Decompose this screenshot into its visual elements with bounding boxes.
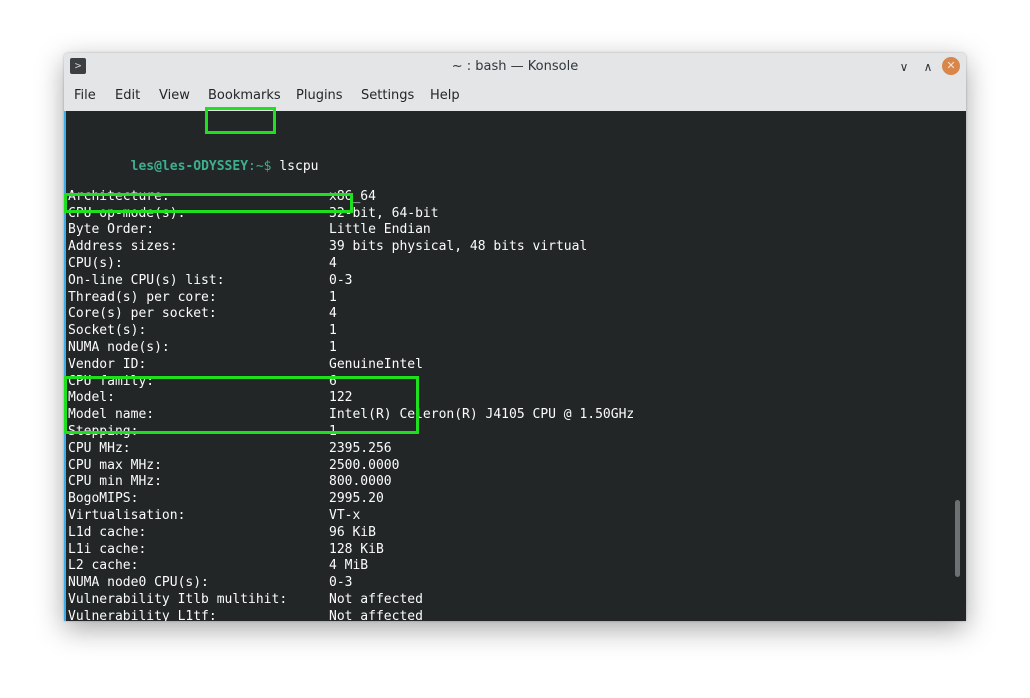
- output-row: L2 cache: 4 MiB: [68, 558, 368, 575]
- row-label: On-line CPU(s) list:: [68, 272, 225, 288]
- row-label: BogoMIPS:: [68, 491, 139, 507]
- menu-bookmarks[interactable]: Bookmarks: [208, 88, 281, 103]
- output-row: Architecture: x86_64: [68, 188, 376, 206]
- output-row: Socket(s): 1: [68, 323, 337, 340]
- output-row: CPU op-mode(s): 32-bit, 64-bit: [68, 205, 439, 223]
- output-row: Model name: Intel(R) Celeron(R) J4105 CPU…: [68, 407, 634, 424]
- terminal-output: les@les-ODYSSEY:~$ lscpu Architecture: x8…: [68, 112, 634, 621]
- output-row: CPU min MHz: 800.0000: [68, 474, 392, 491]
- row-value: 2395.256: [329, 440, 392, 456]
- menu-edit[interactable]: Edit: [115, 88, 140, 103]
- terminal-area[interactable]: les@les-ODYSSEY:~$ lscpu Architecture: x8…: [64, 111, 966, 621]
- output-row: Vulnerability Itlb multihit: Not affected: [68, 591, 423, 609]
- output-row: Stepping: 1: [68, 423, 337, 441]
- output-row: Address sizes: 39 bits physical, 48 bits …: [68, 239, 587, 256]
- row-label: Stepping:: [68, 423, 139, 439]
- output-row: Virtualisation: VT-x: [68, 507, 360, 525]
- output-row: CPU MHz: 2395.256: [68, 440, 392, 458]
- row-label: CPU op-mode(s):: [68, 205, 186, 221]
- row-label: CPU MHz:: [68, 440, 131, 456]
- row-value: 1: [329, 339, 337, 355]
- row-value: Not affected: [329, 591, 423, 607]
- output-row: NUMA node0 CPU(s): 0-3: [68, 575, 352, 592]
- row-value: 6: [329, 373, 337, 389]
- scrollbar-handle[interactable]: [955, 500, 960, 577]
- row-label: Core(s) per socket:: [68, 306, 217, 322]
- row-label: Byte Order:: [68, 222, 155, 238]
- menu-settings[interactable]: Settings: [361, 88, 414, 103]
- row-label: Socket(s):: [68, 323, 147, 339]
- row-label: Architecture:: [68, 188, 170, 204]
- output-row: Vendor ID: GenuineIntel: [68, 356, 423, 374]
- row-label: NUMA node(s):: [68, 339, 170, 355]
- row-value: 1: [329, 423, 337, 439]
- title-bar[interactable]: > ~ : bash — Konsole ∨ ∧ ✕: [64, 53, 966, 83]
- row-label: CPU max MHz:: [68, 457, 162, 473]
- row-label: Virtualisation:: [68, 507, 186, 523]
- menu-help[interactable]: Help: [430, 88, 460, 103]
- row-value: 39 bits physical, 48 bits virtual: [329, 239, 588, 255]
- row-label: L1d cache:: [68, 524, 147, 540]
- output-row: On-line CPU(s) list: 0-3: [68, 272, 352, 290]
- output-row: Core(s) per socket: 4: [68, 306, 337, 323]
- row-label: CPU family:: [68, 373, 155, 389]
- row-value: x86_64: [329, 188, 376, 204]
- output-row: CPU family: 6: [68, 373, 337, 391]
- menu-view[interactable]: View: [159, 88, 190, 103]
- output-row: L1d cache: 96 KiB: [68, 524, 376, 542]
- row-value: 128 KiB: [329, 541, 384, 557]
- row-label: Vulnerability L1tf:: [68, 608, 217, 621]
- row-label: L2 cache:: [68, 558, 139, 574]
- konsole-window: > ~ : bash — Konsole ∨ ∧ ✕ File Edit Vie…: [64, 53, 966, 621]
- row-label: Vendor ID:: [68, 356, 147, 372]
- menu-file[interactable]: File: [74, 88, 96, 103]
- output-row: Model: 122: [68, 390, 352, 407]
- row-value: 1: [329, 289, 337, 305]
- output-row: Thread(s) per core: 1: [68, 289, 337, 307]
- row-label: L1i cache:: [68, 541, 147, 557]
- row-label: Model:: [68, 390, 115, 406]
- output-row: CPU max MHz: 2500.0000: [68, 457, 399, 475]
- row-label: Address sizes:: [68, 239, 178, 255]
- output-row: L1i cache: 128 KiB: [68, 541, 384, 559]
- row-value: 0-3: [329, 575, 353, 591]
- menu-bar: File Edit View Bookmarks Plugins Setting…: [64, 85, 966, 109]
- row-value: VT-x: [329, 507, 361, 523]
- row-value: 122: [329, 390, 353, 406]
- row-value: 1: [329, 323, 337, 339]
- row-value: 800.0000: [329, 474, 392, 490]
- row-value: Not affected: [329, 608, 423, 621]
- output-row: CPU(s): 4: [68, 255, 337, 273]
- output-row: Vulnerability L1tf: Not affected: [68, 608, 423, 621]
- row-label: CPU(s):: [68, 255, 123, 271]
- row-value: 4: [329, 255, 337, 271]
- row-value: Little Endian: [329, 222, 431, 238]
- row-value: 4: [329, 306, 337, 322]
- minimize-button[interactable]: ∨: [895, 58, 913, 76]
- row-label: Vulnerability Itlb multihit:: [68, 591, 288, 607]
- prompt-path: :~$: [248, 158, 272, 174]
- row-value: 4 MiB: [329, 558, 369, 574]
- row-value: 2995.20: [329, 491, 384, 507]
- row-value: Intel(R) Celeron(R) J4105 CPU @ 1.50GHz: [329, 407, 635, 423]
- row-label: Thread(s) per core:: [68, 289, 217, 305]
- row-value: GenuineIntel: [329, 356, 423, 372]
- prompt-user-host: les@les-ODYSSEY: [130, 158, 249, 174]
- maximize-button[interactable]: ∧: [919, 58, 937, 76]
- row-label: NUMA node0 CPU(s):: [68, 575, 209, 591]
- row-value: 2500.0000: [329, 457, 400, 473]
- row-value: 0-3: [329, 272, 353, 288]
- close-button[interactable]: ✕: [942, 57, 960, 75]
- command-text: lscpu: [271, 158, 319, 174]
- row-label: CPU min MHz:: [68, 474, 162, 490]
- output-row: Byte Order: Little Endian: [68, 222, 431, 239]
- output-row: NUMA node(s): 1: [68, 339, 337, 357]
- window-title: ~ : bash — Konsole: [451, 59, 579, 74]
- row-value: 32-bit, 64-bit: [329, 205, 439, 221]
- row-label: Model name:: [68, 407, 155, 423]
- output-row: BogoMIPS: 2995.20: [68, 491, 384, 508]
- row-value: 96 KiB: [329, 524, 376, 540]
- prompt-line: les@les-ODYSSEY:~$ lscpu: [68, 142, 319, 174]
- menu-plugins[interactable]: Plugins: [296, 88, 343, 103]
